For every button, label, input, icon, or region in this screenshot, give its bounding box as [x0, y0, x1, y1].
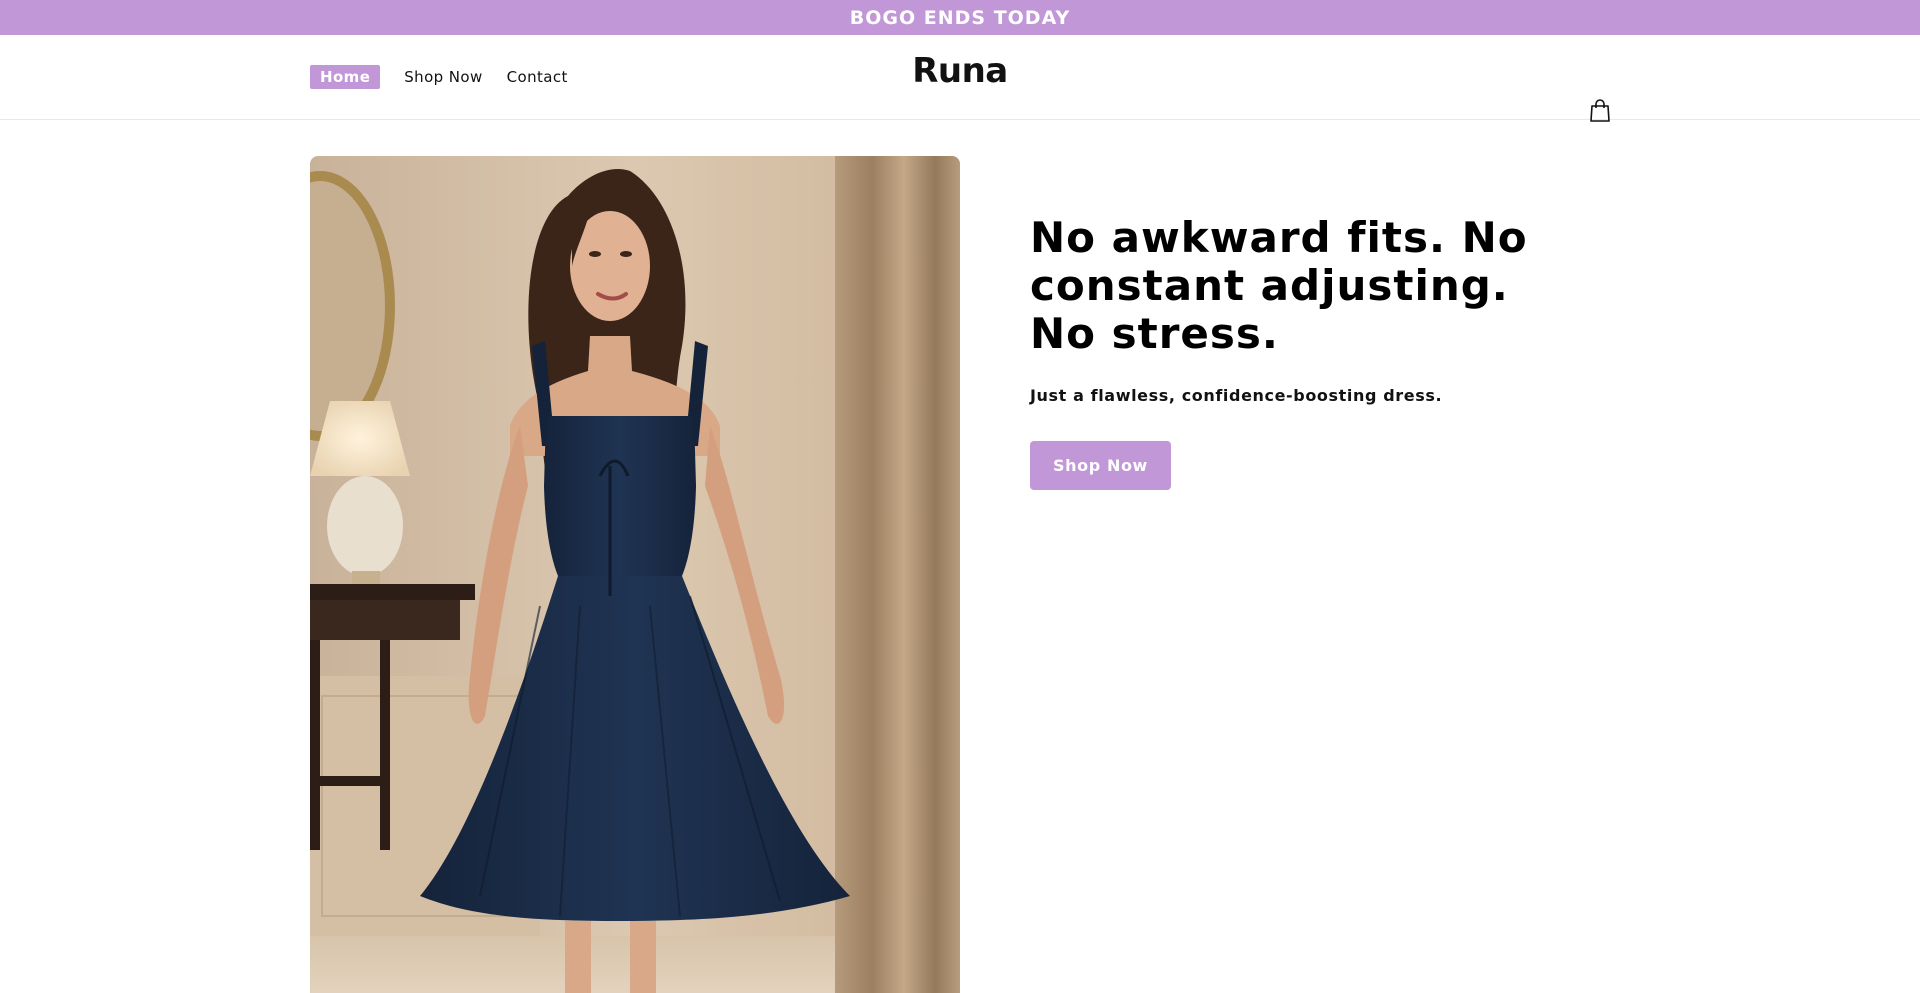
announcement-text: BOGO ENDS TODAY	[849, 6, 1071, 29]
shop-now-button[interactable]: Shop Now	[1030, 441, 1171, 490]
hero-image	[310, 156, 960, 993]
announcement-bar: BOGO ENDS TODAY	[0, 0, 1920, 35]
nav-item-home[interactable]: Home	[310, 65, 381, 89]
hero-content: No awkward fits. No constant adjusting. …	[1030, 214, 1590, 490]
hero-subheading: Just a flawless, confidence-boosting dre…	[1030, 386, 1443, 405]
hero-section: No awkward fits. No constant adjusting. …	[0, 120, 1920, 993]
hero-photo-illustration	[310, 156, 960, 993]
main-nav: Home Shop Now Contact	[310, 65, 592, 89]
hero-heading: No awkward fits. No constant adjusting. …	[1030, 213, 1528, 358]
site-header: Home Shop Now Contact Runa	[0, 35, 1920, 122]
site-logo[interactable]: Runa	[860, 51, 1060, 91]
nav-item-shop-now[interactable]: Shop Now	[404, 65, 482, 89]
nav-item-contact[interactable]: Contact	[507, 65, 568, 89]
